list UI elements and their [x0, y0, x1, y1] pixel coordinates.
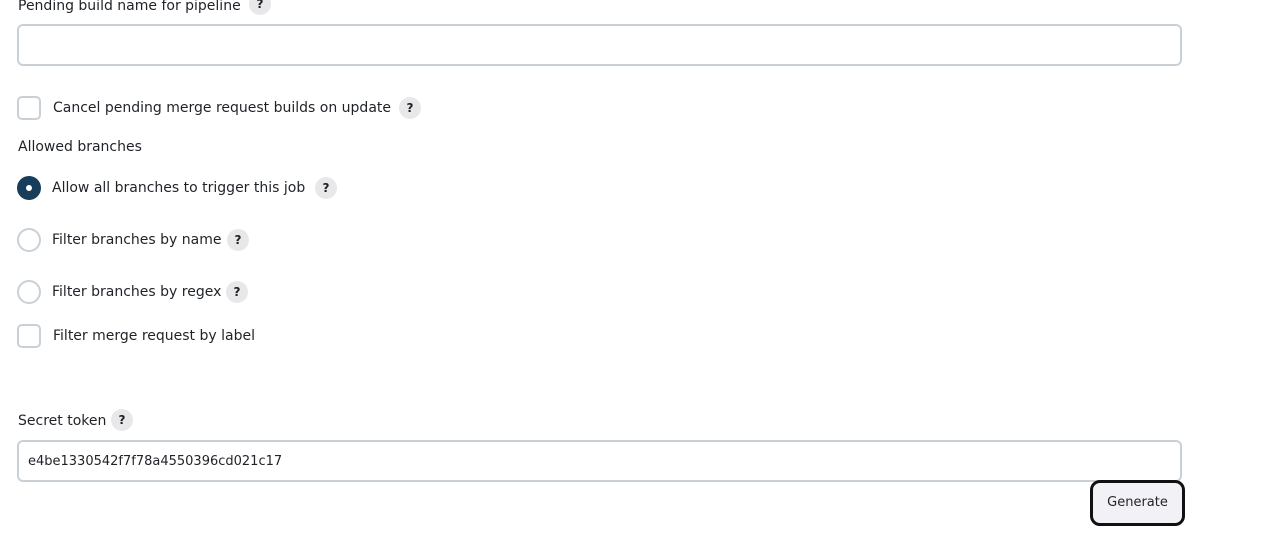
allow-all-branches-radio[interactable] — [17, 176, 41, 200]
pending-build-name-input[interactable] — [17, 24, 1182, 66]
filter-branches-by-regex-radio[interactable] — [17, 280, 41, 304]
filter-branches-by-name-label: Filter branches by name — [52, 232, 222, 248]
filter-merge-request-by-label-checkbox[interactable] — [17, 324, 41, 348]
secret-token-input[interactable] — [17, 440, 1182, 482]
secret-token-label: Secret token — [18, 413, 107, 429]
cancel-pending-builds-checkbox[interactable] — [17, 96, 41, 120]
filter-merge-request-by-label-label: Filter merge request by label — [53, 328, 255, 344]
filter-branches-by-regex-label: Filter branches by regex — [52, 284, 222, 300]
allowed-branches-heading: Allowed branches — [18, 139, 142, 155]
filter-branches-by-name-radio[interactable] — [17, 228, 41, 252]
filter-branches-by-name-help-icon[interactable]: ? — [227, 229, 249, 251]
filter-branches-by-regex-help-icon[interactable]: ? — [226, 281, 248, 303]
cancel-pending-builds-help-icon[interactable]: ? — [399, 97, 421, 119]
generate-token-button[interactable]: Generate — [1090, 480, 1185, 526]
pending-build-name-help-icon[interactable]: ? — [249, 0, 271, 15]
cancel-pending-builds-label: Cancel pending merge request builds on u… — [53, 100, 392, 116]
allow-all-branches-help-icon[interactable]: ? — [315, 177, 337, 199]
pending-build-name-label: Pending build name for pipeline — [18, 0, 241, 14]
pipeline-trigger-settings: Pending build name for pipeline ? Cancel… — [0, 0, 1280, 545]
secret-token-help-icon[interactable]: ? — [111, 409, 133, 431]
allow-all-branches-label: Allow all branches to trigger this job — [52, 180, 306, 196]
